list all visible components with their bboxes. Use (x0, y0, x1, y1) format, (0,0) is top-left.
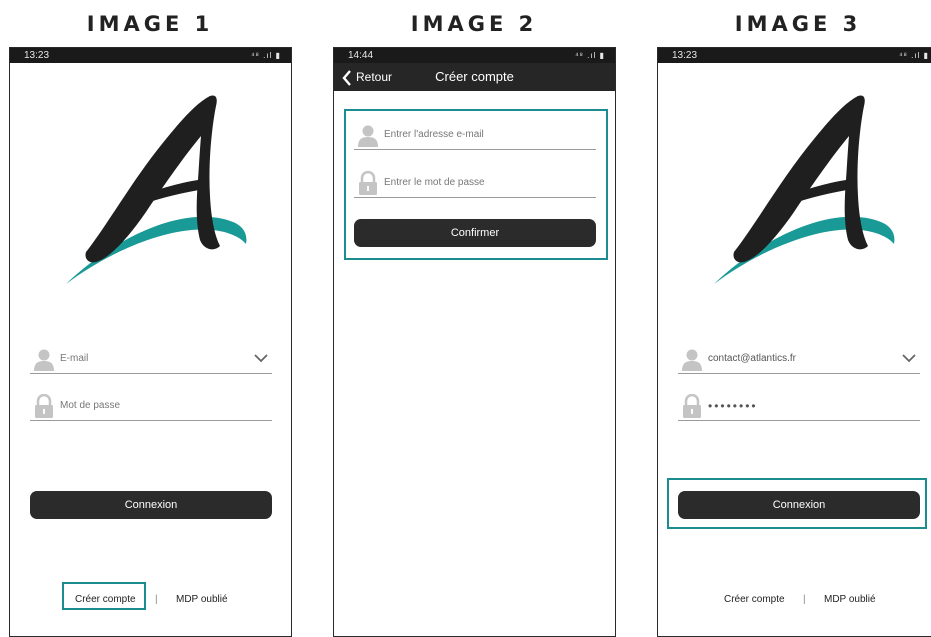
app-logo (706, 84, 896, 288)
forgot-password-link[interactable]: MDP oublié (824, 594, 876, 605)
panel-title-2: IMAGE 2 (410, 12, 538, 36)
email-field[interactable]: E-mail (30, 347, 272, 374)
status-bar: 13:23 ⁴⁸ .ıl ▮ (10, 48, 291, 63)
password-placeholder: Mot de passe (60, 400, 121, 411)
highlight-create-form (344, 109, 608, 260)
chevron-down-icon[interactable] (902, 353, 916, 363)
footer-links: Créer compte | MDP oublié (658, 594, 931, 610)
status-time: 13:23 (672, 50, 698, 61)
signal-battery-icon: ⁴⁸ .ıl ▮ (899, 51, 929, 60)
create-account-link[interactable]: Créer compte (724, 594, 785, 605)
password-mask: •••••••• (708, 399, 758, 413)
password-field[interactable]: Mot de passe (30, 394, 272, 421)
panel-title-1: IMAGE 1 (86, 12, 214, 36)
phone-screen-login-filled: 13:23 ⁴⁸ .ıl ▮ contact@atlantics.fr ••••… (657, 47, 931, 637)
panel-title-3: IMAGE 3 (734, 12, 862, 36)
status-bar: 13:23 ⁴⁸ .ıl ▮ (658, 48, 931, 63)
app-logo (58, 84, 248, 288)
highlight-login-button (667, 478, 927, 529)
lock-icon (32, 394, 56, 418)
link-separator: | (155, 594, 158, 605)
forgot-password-link[interactable]: MDP oublié (176, 594, 228, 605)
user-icon (680, 347, 704, 371)
signal-battery-icon: ⁴⁸ .ıl ▮ (575, 51, 605, 60)
email-value: contact@atlantics.fr (708, 353, 796, 364)
status-bar: 14:44 ⁴⁸ .ıl ▮ (334, 48, 615, 63)
link-separator: | (803, 594, 806, 605)
email-placeholder: E-mail (60, 353, 89, 364)
nav-bar: Retour Créer compte (334, 63, 615, 91)
email-field[interactable]: contact@atlantics.fr (678, 347, 920, 374)
nav-title: Créer compte (435, 69, 514, 84)
user-icon (32, 347, 56, 371)
footer-links: Créer compte | MDP oublié (10, 594, 291, 610)
signal-battery-icon: ⁴⁸ .ıl ▮ (251, 51, 281, 60)
password-field[interactable]: •••••••• (678, 394, 920, 421)
highlight-create-account (62, 582, 146, 610)
phone-screen-login: 13:23 ⁴⁸ .ıl ▮ E-mail Mot de passe Conne… (9, 47, 292, 637)
lock-icon (680, 394, 704, 418)
chevron-down-icon[interactable] (254, 353, 268, 363)
status-time: 13:23 (24, 50, 50, 61)
status-time: 14:44 (348, 50, 374, 61)
login-button[interactable]: Connexion (30, 491, 272, 519)
